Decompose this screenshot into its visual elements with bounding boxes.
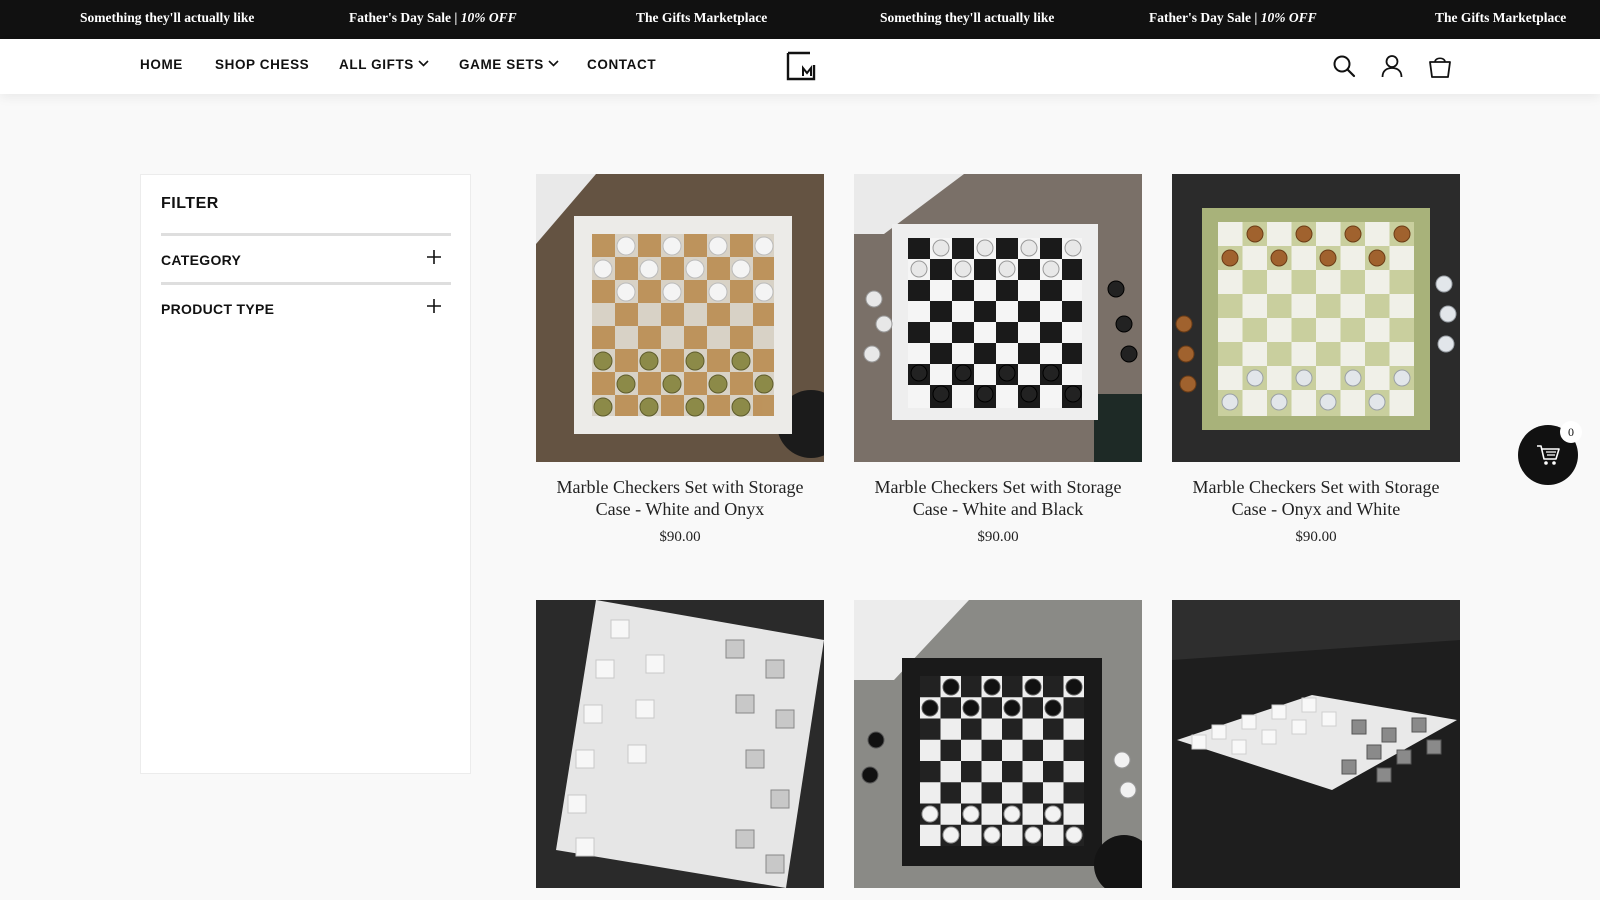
floating-cart-button[interactable]: 0 <box>1518 421 1582 485</box>
announcement-bar: Something they'll actually like Father's… <box>0 0 1600 39</box>
announcement-item: Father's Day Sale | 10% OFF <box>349 10 517 25</box>
nav-contact[interactable]: CONTACT <box>587 39 656 94</box>
product-price: $90.00 <box>659 529 701 545</box>
announcement-item: Something they'll actually like <box>80 10 255 25</box>
product-image[interactable] <box>536 174 824 462</box>
filter-title: FILTER <box>161 195 219 212</box>
product-price: $90.00 <box>977 529 1019 545</box>
product-image[interactable] <box>854 174 1142 462</box>
cart-icon <box>1537 445 1560 465</box>
announcement-item: The Gifts Marketplace <box>636 10 768 25</box>
product-card[interactable] <box>1172 600 1460 900</box>
product-card[interactable] <box>854 600 1142 900</box>
filter-product-type[interactable]: PRODUCT TYPE <box>161 282 451 330</box>
nav-home[interactable]: HOME <box>140 39 183 94</box>
logo-icon[interactable] <box>786 51 816 81</box>
announcement-item: The Gifts Marketplace <box>1435 10 1567 25</box>
cart-icon[interactable] <box>1427 53 1453 79</box>
cart-count-badge: 0 <box>1560 421 1582 443</box>
filter-product-type-label: PRODUCT TYPE <box>161 301 275 317</box>
product-card[interactable]: Marble Checkers Set with Storage Case - … <box>1172 174 1460 546</box>
product-image[interactable] <box>536 600 824 888</box>
user-icon[interactable] <box>1379 53 1405 79</box>
product-card[interactable]: Marble Checkers Set with Storage Case - … <box>854 174 1142 546</box>
nav-game-sets[interactable]: GAME SETS <box>459 39 559 94</box>
announcement-item: Father's Day Sale | 10% OFF <box>1149 10 1317 25</box>
product-name[interactable]: Marble Checkers Set with Storage Case - … <box>536 476 824 520</box>
product-image[interactable] <box>1172 600 1460 888</box>
site-header: HOME SHOP CHESS ALL GIFTS GAME SETS CONT… <box>0 39 1600 94</box>
product-card[interactable]: Marble Checkers Set with Storage Case - … <box>536 174 824 546</box>
announcement-item: Something they'll actually like <box>880 10 1055 25</box>
product-price: $90.00 <box>1295 529 1337 545</box>
filter-panel: FILTER CATEGORY PRODUCT TYPE <box>140 174 471 774</box>
nav-all-gifts[interactable]: ALL GIFTS <box>339 39 429 94</box>
product-image[interactable] <box>854 600 1142 888</box>
chevron-down-icon <box>418 60 429 68</box>
product-name[interactable]: Marble Checkers Set with Storage Case - … <box>854 476 1142 520</box>
plus-icon[interactable] <box>427 299 441 313</box>
product-name[interactable]: Marble Checkers Set with Storage Case - … <box>1172 476 1460 520</box>
plus-icon[interactable] <box>427 250 441 264</box>
filter-category[interactable]: CATEGORY <box>161 233 451 281</box>
nav-shop-chess[interactable]: SHOP CHESS <box>215 39 309 94</box>
product-image[interactable] <box>1172 174 1460 462</box>
chevron-down-icon <box>548 60 559 68</box>
filter-category-label: CATEGORY <box>161 252 242 268</box>
search-icon[interactable] <box>1331 53 1357 79</box>
product-card[interactable] <box>536 600 824 900</box>
